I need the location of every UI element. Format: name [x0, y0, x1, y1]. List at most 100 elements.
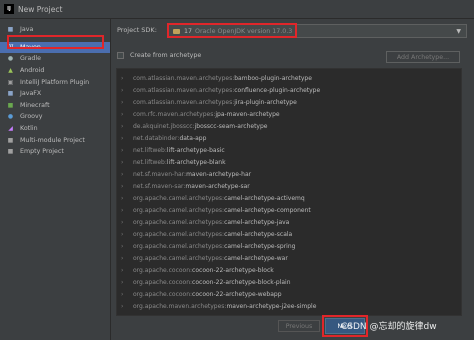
javafx-icon: ■: [7, 90, 14, 98]
list-item[interactable]: › org.apache.maven.archetypes:maven-arche…: [117, 300, 461, 312]
highlight-box-sdk: [167, 23, 297, 38]
chevron-right-icon[interactable]: ›: [121, 75, 129, 82]
chevron-right-icon[interactable]: ›: [121, 231, 129, 238]
sidebar-item-label: Empty Project: [20, 148, 64, 156]
chevron-right-icon[interactable]: ›: [121, 291, 129, 298]
list-item[interactable]: › org.apache.camel.archetypes: camel-arche…: [117, 240, 461, 252]
project-type-sidebar: ■ Java /// Maven ● Gradle ▲ Android ▣ In…: [0, 19, 111, 340]
sidebar-item-java[interactable]: ■ Java: [0, 24, 110, 36]
list-item[interactable]: › org.apache.camel.archetypes: camel-arche…: [117, 216, 461, 228]
archetype-artifact: cocoon-22-archetype-block-plain: [192, 278, 291, 286]
archetype-group: net.databinder:: [133, 134, 180, 142]
folder-icon: ■: [7, 136, 14, 144]
archetype-artifact: camel-archetype-scala: [224, 230, 293, 238]
list-item[interactable]: › net.sf.maven-sar: maven-archetype-sar: [117, 180, 461, 192]
chevron-right-icon[interactable]: ›: [121, 315, 129, 316]
list-item[interactable]: › de.akquinet.jbosscc: jbosscc-seam-archet…: [117, 120, 461, 132]
list-item[interactable]: › org.apache.cocoon: cocoon-22-archetype-b…: [117, 276, 461, 288]
chevron-right-icon[interactable]: ›: [121, 111, 129, 118]
folder-icon: ■: [7, 148, 14, 156]
archetype-group: org.apache.cocoon:: [133, 290, 193, 298]
list-item[interactable]: › com.atlassian.maven.archetypes: jira-plu…: [117, 96, 461, 108]
chevron-right-icon[interactable]: ›: [121, 255, 129, 262]
chevron-right-icon[interactable]: ›: [121, 267, 129, 274]
main-panel: Project SDK: 17 Oracle OpenJDK version 1…: [111, 19, 474, 340]
archetype-group: org.apache.maven.archetypes:: [133, 315, 226, 316]
sidebar-item-javafx[interactable]: ■ JavaFX: [0, 88, 110, 100]
chevron-right-icon[interactable]: ›: [121, 123, 129, 130]
chevron-right-icon[interactable]: ›: [121, 171, 129, 178]
archetype-artifact: maven-archetype-har: [186, 170, 252, 178]
list-item[interactable]: › org.apache.camel.archetypes: camel-arche…: [117, 252, 461, 264]
archetype-artifact: data-app: [179, 134, 207, 142]
list-item[interactable]: › org.apache.camel.archetypes: camel-arche…: [117, 204, 461, 216]
chevron-right-icon[interactable]: ›: [121, 135, 129, 142]
plugin-icon: ▣: [7, 78, 14, 86]
archetype-artifact: camel-archetype-component: [224, 206, 311, 214]
archetype-artifact: maven-archetype-j2ee-simple: [226, 302, 317, 310]
title-bar: IJ New Project: [0, 0, 474, 19]
sidebar-item-intellij-platform-plugin[interactable]: ▣ IntelliJ Platform Plugin: [0, 76, 110, 88]
archetype-checkbox-label: Create from archetype: [130, 52, 202, 59]
archetype-artifact: maven-archetype-sar: [185, 182, 250, 190]
archetype-group: net.sf.maven-har:: [133, 170, 187, 178]
archetype-checkbox[interactable]: [117, 52, 124, 59]
sidebar-item-empty-project[interactable]: ■ Empty Project: [0, 146, 110, 158]
window-title: New Project: [18, 4, 63, 14]
archetype-group: org.apache.camel.archetypes:: [133, 194, 225, 202]
archetype-group: de.akquinet.jbosscc:: [133, 122, 195, 130]
chevron-right-icon[interactable]: ›: [121, 195, 129, 202]
sidebar-item-label: Minecraft: [20, 101, 50, 109]
chevron-right-icon[interactable]: ›: [121, 147, 129, 154]
archetype-checkbox-row[interactable]: Create from archetype: [117, 52, 201, 59]
groovy-icon: ●: [7, 113, 14, 121]
chevron-right-icon[interactable]: ›: [121, 279, 129, 286]
sdk-row: Project SDK:: [117, 26, 157, 34]
list-item[interactable]: › net.liftweb: lift-archetype-blank: [117, 156, 461, 168]
list-item[interactable]: › net.databinder: data-app: [117, 132, 461, 144]
archetype-group: org.apache.cocoon:: [133, 278, 193, 286]
list-item[interactable]: › com.atlassian.maven.archetypes: bamboo-p…: [117, 72, 461, 84]
chevron-right-icon[interactable]: ›: [121, 243, 129, 250]
chevron-right-icon[interactable]: ›: [121, 87, 129, 94]
archetype-group: net.liftweb:: [133, 146, 167, 154]
list-item[interactable]: › org.apache.camel.archetypes: camel-arche…: [117, 228, 461, 240]
sidebar-item-label: Android: [20, 67, 45, 75]
archetype-artifact: camel-archetype-war: [224, 254, 288, 262]
archetype-group: com.atlassian.maven.archetypes:: [133, 98, 235, 106]
sidebar-item-minecraft[interactable]: ■ Minecraft: [0, 100, 110, 112]
list-item[interactable]: › com.rfc.maven.archetypes: jpa-maven-arch…: [117, 108, 461, 120]
list-item[interactable]: › org.apache.maven.archetypes:maven-arche…: [117, 312, 461, 316]
sidebar-item-kotlin[interactable]: ◢ Kotlin: [0, 123, 110, 135]
archetype-artifact: maven-archetype-marmalade-mojo: [226, 315, 332, 316]
sdk-label: Project SDK:: [117, 26, 157, 34]
archetype-list[interactable]: › com.atlassian.maven.archetypes: bamboo-p…: [116, 68, 462, 316]
list-item[interactable]: › com.atlassian.maven.archetypes: confluen…: [117, 84, 461, 96]
archetype-group: net.liftweb:: [133, 158, 167, 166]
list-item[interactable]: › org.apache.cocoon: cocoon-22-archetype-b…: [117, 264, 461, 276]
previous-button[interactable]: Previous: [278, 320, 320, 332]
sidebar-item-multi-module-project[interactable]: ■ Multi-module Project: [0, 134, 110, 146]
sidebar-item-gradle[interactable]: ● Gradle: [0, 53, 110, 65]
archetype-artifact: confluence-plugin-archetype: [234, 86, 321, 94]
kotlin-icon: ◢: [8, 125, 13, 133]
archetype-artifact: jira-plugin-archetype: [234, 98, 297, 106]
chevron-right-icon[interactable]: ›: [121, 207, 129, 214]
archetype-group: com.rfc.maven.archetypes:: [133, 110, 216, 118]
archetype-group: com.atlassian.maven.archetypes:: [133, 74, 235, 82]
sidebar-item-android[interactable]: ▲ Android: [0, 65, 110, 77]
chevron-right-icon[interactable]: ›: [121, 219, 129, 226]
chevron-right-icon[interactable]: ›: [121, 159, 129, 166]
list-item[interactable]: › org.apache.camel.archetypes: camel-arche…: [117, 192, 461, 204]
chevron-right-icon[interactable]: ›: [121, 303, 129, 310]
sidebar-item-label: Multi-module Project: [20, 136, 85, 144]
add-archetype-button[interactable]: Add Archetype...: [386, 51, 460, 63]
chevron-right-icon[interactable]: ›: [121, 99, 129, 106]
list-item[interactable]: › net.liftweb: lift-archetype-basic: [117, 144, 461, 156]
list-item[interactable]: › net.sf.maven-har: maven-archetype-har: [117, 168, 461, 180]
sidebar-item-groovy[interactable]: ● Groovy: [0, 111, 110, 123]
archetype-artifact: lift-archetype-basic: [166, 146, 225, 154]
chevron-right-icon[interactable]: ›: [121, 183, 129, 190]
list-item[interactable]: › org.apache.cocoon: cocoon-22-archetype-w…: [117, 288, 461, 300]
intellij-logo-icon: IJ: [4, 4, 14, 14]
